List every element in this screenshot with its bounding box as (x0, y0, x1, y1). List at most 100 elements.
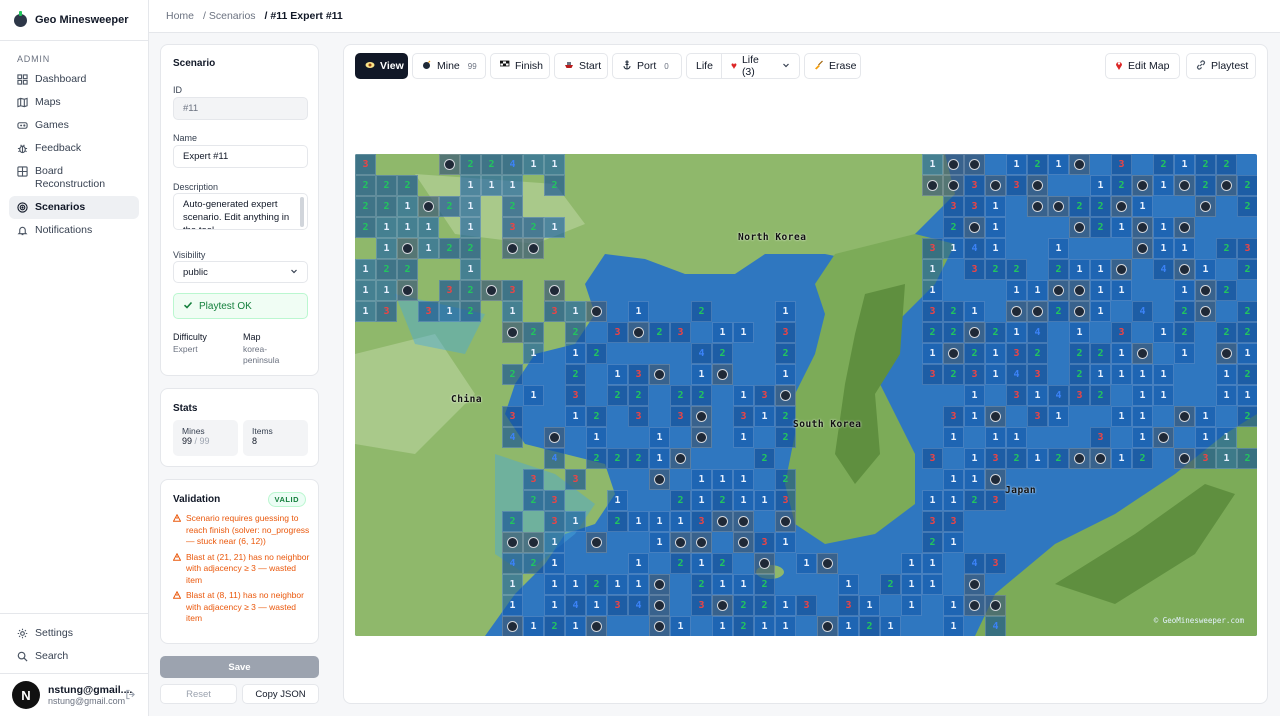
life-select[interactable]: ♥ Life (3) (721, 53, 800, 79)
grid-cell[interactable]: 4 (502, 427, 523, 448)
mine-cell[interactable] (964, 574, 985, 595)
grid-cell[interactable]: 1 (775, 532, 796, 553)
grid-cell[interactable]: 1 (733, 385, 754, 406)
grid-cell[interactable]: 4 (964, 238, 985, 259)
grid-cell[interactable]: 2 (523, 217, 544, 238)
grid-cell[interactable]: 2 (1132, 448, 1153, 469)
grid-cell[interactable]: 1 (985, 217, 1006, 238)
grid-cell[interactable]: 3 (418, 301, 439, 322)
grid-cell[interactable]: 2 (565, 322, 586, 343)
grid-cell[interactable]: 1 (985, 364, 1006, 385)
grid-cell[interactable]: 3 (985, 448, 1006, 469)
grid-cell[interactable]: 1 (565, 511, 586, 532)
mine-cell[interactable] (943, 343, 964, 364)
mine-cell[interactable] (502, 238, 523, 259)
grid-cell[interactable]: 1 (649, 448, 670, 469)
grid-cell[interactable]: 1 (1153, 175, 1174, 196)
grid-cell[interactable]: 2 (586, 406, 607, 427)
mine-cell[interactable] (1216, 343, 1237, 364)
grid-cell[interactable]: 1 (1111, 406, 1132, 427)
mine-cell[interactable] (1027, 175, 1048, 196)
scrollbar[interactable] (300, 197, 304, 227)
grid-cell[interactable]: 1 (733, 469, 754, 490)
grid-cell[interactable]: 2 (754, 574, 775, 595)
grid-cell[interactable]: 1 (1111, 217, 1132, 238)
grid-cell[interactable]: 1 (943, 595, 964, 616)
grid-cell[interactable]: 1 (649, 427, 670, 448)
copy-json-button[interactable]: Copy JSON (242, 684, 319, 704)
grid-cell[interactable]: 1 (943, 616, 964, 636)
grid-cell[interactable]: 2 (628, 385, 649, 406)
grid-cell[interactable]: 1 (418, 217, 439, 238)
grid-cell[interactable]: 1 (502, 175, 523, 196)
grid-cell[interactable]: 1 (1006, 154, 1027, 175)
grid-cell[interactable]: 2 (733, 595, 754, 616)
grid-cell[interactable]: 2 (670, 490, 691, 511)
grid-cell[interactable]: 2 (1027, 154, 1048, 175)
grid-cell[interactable]: 3 (754, 385, 775, 406)
mine-cell[interactable] (1048, 280, 1069, 301)
grid-cell[interactable]: 2 (586, 448, 607, 469)
grid-cell[interactable]: 1 (418, 238, 439, 259)
grid-cell[interactable]: 2 (1174, 301, 1195, 322)
grid-cell[interactable]: 1 (922, 343, 943, 364)
grid-cell[interactable]: 1 (754, 616, 775, 636)
mine-cell[interactable] (1132, 217, 1153, 238)
grid-cell[interactable]: 2 (1237, 175, 1257, 196)
grid-cell[interactable]: 1 (985, 238, 1006, 259)
grid-cell[interactable]: 1 (565, 301, 586, 322)
grid-cell[interactable]: 3 (502, 280, 523, 301)
grid-cell[interactable]: 1 (586, 427, 607, 448)
grid-cell[interactable]: 3 (1027, 364, 1048, 385)
grid-cell[interactable]: 3 (922, 448, 943, 469)
mine-cell[interactable] (649, 616, 670, 636)
grid-cell[interactable]: 2 (397, 259, 418, 280)
grid-cell[interactable]: 1 (1111, 364, 1132, 385)
grid-cell[interactable]: 1 (649, 511, 670, 532)
grid-cell[interactable]: 1 (1216, 427, 1237, 448)
mine-cell[interactable] (1216, 175, 1237, 196)
grid-cell[interactable]: 3 (523, 469, 544, 490)
grid-cell[interactable]: 4 (1132, 301, 1153, 322)
mine-cell[interactable] (1195, 280, 1216, 301)
grid-cell[interactable]: 1 (964, 469, 985, 490)
grid-cell[interactable]: 2 (943, 217, 964, 238)
grid-cell[interactable]: 3 (922, 511, 943, 532)
mine-cell[interactable] (943, 154, 964, 175)
grid-cell[interactable]: 1 (1048, 406, 1069, 427)
grid-cell[interactable]: 1 (1069, 259, 1090, 280)
grid-cell[interactable]: 3 (943, 196, 964, 217)
sidebar-item-settings[interactable]: Settings (9, 622, 139, 645)
life-tool-button[interactable]: Life (686, 53, 722, 79)
grid-cell[interactable]: 1 (922, 490, 943, 511)
grid-cell[interactable]: 2 (1027, 343, 1048, 364)
mine-cell[interactable] (1069, 301, 1090, 322)
grid-cell[interactable]: 2 (712, 343, 733, 364)
grid-cell[interactable]: 2 (1216, 280, 1237, 301)
grid-cell[interactable]: 3 (376, 301, 397, 322)
grid-cell[interactable]: 2 (985, 322, 1006, 343)
mine-cell[interactable] (943, 175, 964, 196)
finish-tool-button[interactable]: Finish (490, 53, 550, 79)
grid-cell[interactable]: 1 (901, 574, 922, 595)
mine-cell[interactable] (775, 511, 796, 532)
mine-cell[interactable] (1132, 175, 1153, 196)
mine-cell[interactable] (1195, 196, 1216, 217)
game-map[interactable]: 3224111121321222221112331212222121233122… (355, 154, 1257, 636)
grid-cell[interactable]: 1 (628, 574, 649, 595)
grid-cell[interactable]: 1 (880, 616, 901, 636)
grid-cell[interactable]: 2 (523, 322, 544, 343)
grid-cell[interactable]: 3 (922, 238, 943, 259)
grid-cell[interactable]: 1 (439, 301, 460, 322)
mine-cell[interactable] (733, 511, 754, 532)
grid-cell[interactable]: 2 (607, 385, 628, 406)
grid-cell[interactable]: 2 (607, 511, 628, 532)
grid-cell[interactable]: 3 (943, 406, 964, 427)
mine-cell[interactable] (691, 427, 712, 448)
grid-cell[interactable]: 3 (691, 511, 712, 532)
grid-cell[interactable]: 1 (775, 616, 796, 636)
grid-cell[interactable]: 1 (985, 427, 1006, 448)
grid-cell[interactable]: 3 (1006, 175, 1027, 196)
grid-cell[interactable]: 2 (691, 385, 712, 406)
mine-cell[interactable] (397, 238, 418, 259)
